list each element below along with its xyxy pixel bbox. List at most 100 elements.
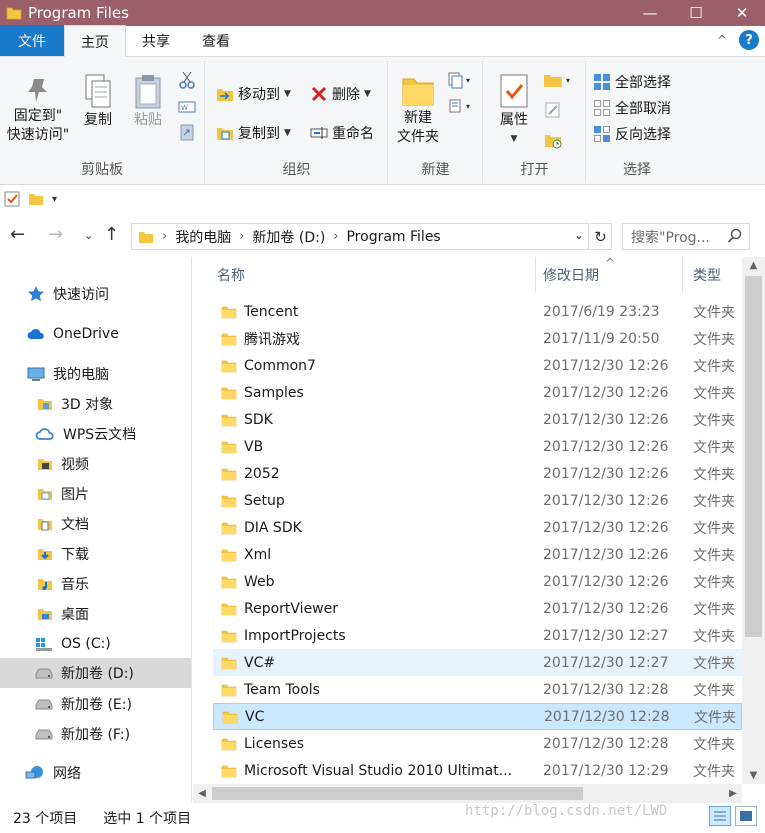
vertical-scroll-thumb[interactable] [745,276,762,637]
scroll-down-icon[interactable]: ▼ [742,767,765,784]
sidebar-item-downloads[interactable]: 下载 [0,539,191,569]
search-input[interactable]: 搜索"Prog... [622,223,750,250]
close-button[interactable]: ✕ [719,0,765,26]
paste-button[interactable]: 粘贴 [124,73,172,130]
delete-button[interactable]: 删除 ▼ [310,82,371,106]
horizontal-scrollbar[interactable]: ◀ ▶ [193,784,742,803]
cut-icon[interactable] [178,71,196,89]
table-row[interactable]: Tencent 2017/6/19 23:23 文件夹 [213,298,742,325]
minimize-button[interactable]: — [627,0,673,26]
forward-arrow-icon[interactable]: → [48,224,63,245]
sidebar-item-my-computer[interactable]: 我的电脑 [0,359,191,389]
sidebar-item-music[interactable]: 音乐 [0,569,191,599]
scroll-left-icon[interactable]: ◀ [193,784,211,803]
table-row[interactable]: Team Tools 2017/12/30 12:28 文件夹 [213,676,742,703]
copy-to-button[interactable]: 复制到 ▼ [216,121,291,145]
qat-customize-icon[interactable]: ▾ [52,194,57,205]
table-row[interactable]: Microsoft Visual Studio 2010 Ultimat... 2… [213,757,742,784]
back-arrow-icon[interactable]: ← [10,224,25,245]
drive-icon [35,728,53,740]
large-icons-view-icon[interactable] [735,806,757,826]
table-row[interactable]: Xml 2017/12/30 12:26 文件夹 [213,541,742,568]
move-to-button[interactable]: 移动到 ▼ [216,82,291,106]
details-view-icon[interactable] [709,806,731,826]
table-row[interactable]: Web 2017/12/30 12:26 文件夹 [213,568,742,595]
sidebar-item-wps-cloud[interactable]: WPS云文档 [0,419,191,449]
breadcrumb-separator-icon[interactable]: › [162,229,167,244]
properties-button[interactable]: 属性 ▼ [490,73,538,149]
column-header-date[interactable]: 修改日期 [543,257,599,293]
sidebar-item-desktop[interactable]: 桌面 [0,599,191,629]
edit-icon[interactable] [544,101,562,119]
table-row[interactable]: Samples 2017/12/30 12:26 文件夹 [213,379,742,406]
recent-locations-icon[interactable]: ⌄ [84,229,93,242]
breadcrumb-separator-icon[interactable]: › [333,229,338,244]
table-row[interactable]: SDK 2017/12/30 12:26 文件夹 [213,406,742,433]
tab-file[interactable]: 文件 [0,25,64,56]
address-bar[interactable]: › 我的电脑 › 新加卷 (D:) › Program Files ⌄ [131,223,589,250]
up-arrow-icon[interactable]: ↑ [104,224,119,245]
column-header-type[interactable]: 类型 [693,257,721,293]
column-header-name[interactable]: 名称 [217,257,245,293]
table-row[interactable]: Common7 2017/12/30 12:26 文件夹 [213,352,742,379]
easy-access-icon[interactable]: ▾ [447,97,475,115]
table-row[interactable]: ReportViewer 2017/12/30 12:26 文件夹 [213,595,742,622]
invert-selection-button[interactable]: 反向选择 [593,122,671,146]
table-row[interactable]: 2052 2017/12/30 12:26 文件夹 [213,460,742,487]
sidebar-item-network[interactable]: 网络 [0,758,191,788]
history-icon[interactable] [544,131,562,149]
vertical-scrollbar[interactable]: ▲ ▼ [742,257,765,784]
refresh-icon[interactable]: ↻ [590,223,612,250]
table-row[interactable]: ImportProjects 2017/12/30 12:27 文件夹 [213,622,742,649]
qat-folder-icon[interactable] [28,191,44,207]
breadcrumb-program-files[interactable]: Program Files [346,229,440,245]
group-label-clipboard: 剪贴板 [81,162,123,178]
table-row[interactable]: VB 2017/12/30 12:26 文件夹 [213,433,742,460]
sidebar-item-documents[interactable]: 文档 [0,509,191,539]
breadcrumb-my-computer[interactable]: 我的电脑 [175,227,231,247]
select-all-button[interactable]: 全部选择 [593,70,671,94]
help-icon[interactable]: ? [739,30,759,50]
sidebar-item-onedrive[interactable]: OneDrive [0,319,191,349]
new-folder-button[interactable]: 新建 文件夹 [393,73,443,147]
tab-view[interactable]: 查看 [186,25,246,56]
address-dropdown-icon[interactable]: ⌄ [574,228,584,242]
scroll-up-icon[interactable]: ▲ [742,257,765,274]
column-divider[interactable] [535,257,536,293]
breadcrumb-separator-icon[interactable]: › [239,229,244,244]
sidebar-item-drive-e[interactable]: 新加卷 (E:) [0,689,191,719]
horizontal-scroll-thumb[interactable] [212,787,583,800]
navigation-bar: ← → ⌄ ↑ › 我的电脑 › 新加卷 (D:) › Program File… [0,213,765,257]
file-name: DIA SDK [244,519,302,536]
tab-home[interactable]: 主页 [64,25,126,57]
new-item-icon[interactable]: ▾ [447,71,475,89]
properties-check-icon[interactable] [4,191,20,207]
copy-path-icon[interactable]: W [178,99,196,115]
table-row[interactable]: Setup 2017/12/30 12:26 文件夹 [213,487,742,514]
column-divider[interactable] [682,257,683,293]
sidebar-item-3d-objects[interactable]: 3D 对象 [0,389,191,419]
sidebar-item-drive-f[interactable]: 新加卷 (F:) [0,719,191,749]
open-with-icon[interactable]: ▾ [542,71,576,89]
sidebar-item-pictures[interactable]: 图片 [0,479,191,509]
breadcrumb-drive-d[interactable]: 新加卷 (D:) [252,227,325,247]
sidebar-item-videos[interactable]: 视频 [0,449,191,479]
select-none-button[interactable]: 全部取消 [593,96,671,120]
scroll-right-icon[interactable]: ▶ [724,784,742,803]
tab-share[interactable]: 共享 [126,25,186,56]
table-row[interactable]: Licenses 2017/12/30 12:28 文件夹 [213,730,742,757]
paste-shortcut-icon[interactable] [178,123,196,141]
table-row[interactable]: VC# 2017/12/30 12:27 文件夹 [213,649,742,676]
maximize-button[interactable]: ☐ [673,0,719,26]
copy-button[interactable]: 复制 [76,73,120,130]
table-row[interactable]: DIA SDK 2017/12/30 12:26 文件夹 [213,514,742,541]
table-row[interactable]: VC 2017/12/30 12:28 文件夹 [213,703,742,730]
sidebar-item-drive-d[interactable]: 新加卷 (D:) [0,658,191,688]
table-row[interactable]: 腾讯游戏 2017/11/9 20:50 文件夹 [213,325,742,352]
sidebar-item-quick-access[interactable]: 快速访问 [0,279,191,309]
rename-button[interactable]: 重命名 [310,121,374,145]
folder-icon [217,763,241,779]
pin-quick-access-button[interactable]: 固定到" 快速访问" [4,75,72,145]
collapse-ribbon-icon[interactable]: ^ [717,33,727,47]
sidebar-item-drive-c[interactable]: OS (C:) [0,629,191,659]
